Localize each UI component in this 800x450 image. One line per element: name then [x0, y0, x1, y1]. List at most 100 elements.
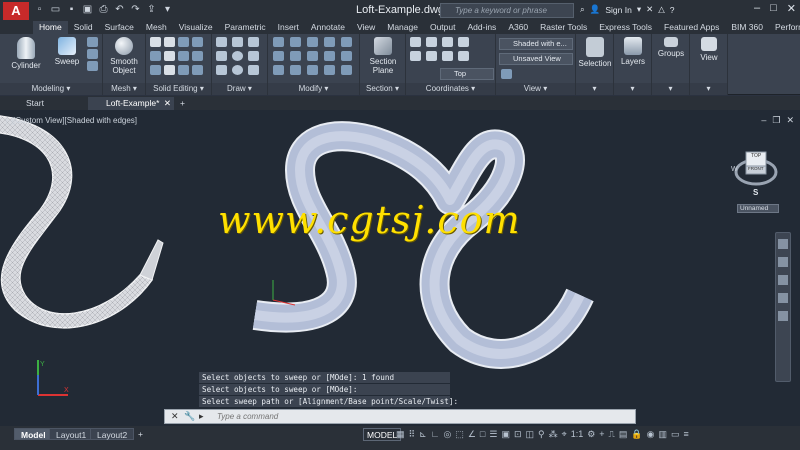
groups-button[interactable]: Groups — [652, 37, 690, 58]
view-button[interactable]: View — [690, 37, 728, 62]
command-input[interactable] — [217, 411, 627, 422]
line-icon[interactable] — [216, 51, 227, 61]
plot-icon[interactable]: ⎙ — [97, 3, 110, 17]
section-plane-button[interactable]: Section Plane — [362, 37, 404, 75]
annotation-scale-value[interactable]: 1:1 — [571, 429, 584, 440]
grid-icon[interactable]: ▦ — [396, 429, 405, 440]
mirror-3d-icon[interactable] — [324, 37, 335, 47]
add-layout-button[interactable]: + — [132, 428, 149, 440]
view-panel-label[interactable]: View ▾ — [496, 83, 575, 95]
layout1-tab[interactable]: Layout1 — [49, 428, 94, 440]
saved-view-select[interactable]: Unsaved View — [499, 53, 573, 65]
showmotion-icon[interactable] — [778, 311, 788, 321]
selection-cycling-icon[interactable]: ⊡ — [514, 429, 522, 440]
separate-icon[interactable] — [178, 51, 189, 61]
ribbon-tab-output[interactable]: Output — [424, 21, 462, 34]
interfere-icon[interactable] — [150, 51, 161, 61]
lock-ui-icon[interactable]: 🔒 — [631, 429, 642, 440]
extrude-icon[interactable] — [87, 37, 98, 47]
close-icon[interactable]: ✕ — [787, 2, 796, 15]
smooth-object-button[interactable]: Smooth Object — [104, 37, 144, 75]
modify-panel-label[interactable]: Modify ▾ — [268, 83, 359, 95]
ribbon-tab-insert[interactable]: Insert — [272, 21, 305, 34]
3d-osnap-icon[interactable]: ◫ — [526, 429, 535, 440]
ortho-icon[interactable]: ∟ — [431, 429, 440, 440]
clean-screen-icon[interactable]: ▭ — [671, 429, 680, 440]
open-file-icon[interactable]: ▭ — [49, 3, 62, 17]
viewport-config-icon[interactable] — [501, 69, 512, 79]
orbit-icon[interactable] — [778, 293, 788, 303]
modeling-panel-label[interactable]: Modeling ▾ — [0, 83, 102, 95]
graphics-performance-icon[interactable]: ▥ — [658, 429, 667, 440]
undo-icon[interactable]: ↶ — [113, 3, 126, 17]
view-direction-select[interactable]: Top — [440, 68, 494, 80]
ucs-z-icon[interactable] — [410, 51, 421, 61]
ribbon-tab-add-ins[interactable]: Add-ins — [461, 21, 502, 34]
sign-in-dropdown-icon[interactable]: ▾ — [637, 4, 641, 15]
snap-icon[interactable]: ⠿ — [409, 429, 416, 440]
circle-icon[interactable] — [232, 51, 243, 61]
command-close-icon[interactable]: ✕ — [171, 411, 179, 422]
ucs-object-icon[interactable] — [458, 51, 469, 61]
quick-properties-icon[interactable]: ▤ — [619, 429, 628, 440]
new-tab-button[interactable]: + — [176, 97, 192, 110]
fillet-icon[interactable] — [307, 51, 318, 61]
spline-icon[interactable] — [248, 37, 259, 47]
help-icon[interactable]: ? — [670, 5, 675, 15]
ribbon-tab-solid[interactable]: Solid — [68, 21, 99, 34]
layers-panel-expand[interactable]: ▾ — [614, 83, 651, 95]
osnap-tracking-icon[interactable]: ∠ — [468, 429, 476, 440]
presspull-icon[interactable] — [87, 49, 98, 59]
isodraft-icon[interactable]: ⬚ — [455, 429, 464, 440]
ucs-world-icon[interactable] — [426, 37, 437, 47]
annotation-visibility-icon[interactable]: ⁂ — [549, 429, 558, 440]
slice-icon[interactable] — [192, 37, 203, 47]
section-panel-label[interactable]: Section ▾ — [360, 83, 405, 95]
break-icon[interactable] — [341, 65, 352, 75]
explode-icon[interactable] — [290, 65, 301, 75]
polyline-icon[interactable] — [216, 37, 227, 47]
helix-icon[interactable] — [248, 65, 259, 75]
steering-wheel-icon[interactable] — [778, 239, 788, 249]
new-file-icon[interactable]: ▫ — [33, 3, 46, 17]
command-customize-icon[interactable]: 🔧 — [184, 411, 195, 422]
ucs-x-icon[interactable] — [442, 37, 453, 47]
cylinder-button[interactable]: Cylinder — [8, 37, 44, 70]
shaded-sweep-solid[interactable] — [252, 121, 594, 369]
ribbon-tab-featured-apps[interactable]: Featured Apps — [658, 21, 725, 34]
qat-dropdown-icon[interactable]: ▾ — [161, 3, 174, 17]
save-icon[interactable]: ▪ — [65, 3, 78, 17]
union-icon[interactable] — [150, 37, 161, 47]
copy-icon[interactable] — [273, 51, 284, 61]
ucs-y-icon[interactable] — [458, 37, 469, 47]
align-icon[interactable] — [307, 37, 318, 47]
offset-icon[interactable] — [307, 65, 318, 75]
layout2-tab[interactable]: Layout2 — [90, 428, 135, 440]
move-icon[interactable] — [273, 37, 284, 47]
save-as-icon[interactable]: ▣ — [81, 3, 94, 17]
dynamic-ucs-icon[interactable]: ⚲ — [538, 429, 545, 440]
infer-icon[interactable]: ⊾ — [419, 429, 427, 440]
tab-close-icon[interactable]: ✕ — [164, 97, 171, 109]
polar-icon[interactable]: ◎ — [443, 429, 451, 440]
redo-icon[interactable]: ↷ — [129, 3, 142, 17]
stretch-icon[interactable] — [341, 51, 352, 61]
exchange-apps-icon[interactable]: ✕ — [646, 4, 653, 15]
taper-faces-icon[interactable] — [178, 65, 189, 75]
ribbon-tab-raster-tools[interactable]: Raster Tools — [534, 21, 593, 34]
join-icon[interactable] — [324, 65, 335, 75]
ribbon-tab-manage[interactable]: Manage — [381, 21, 424, 34]
subtract-icon[interactable] — [164, 37, 175, 47]
rotate-3d-icon[interactable] — [290, 37, 301, 47]
workspace-gear-icon[interactable]: ⚙ — [587, 429, 595, 440]
arc-icon[interactable] — [232, 37, 243, 47]
zoom-extents-icon[interactable] — [778, 275, 788, 285]
ucs-name-select[interactable]: Unnamed — [737, 204, 779, 213]
share-icon[interactable]: ⇪ — [145, 3, 158, 17]
trim-icon[interactable] — [290, 51, 301, 61]
ribbon-tab-express-tools[interactable]: Express Tools — [593, 21, 658, 34]
transparency-icon[interactable]: ▣ — [501, 429, 510, 440]
ribbon-tab-a360[interactable]: A360 — [502, 21, 534, 34]
ribbon-tab-home[interactable]: Home — [33, 21, 68, 34]
ribbon-tab-bim-360[interactable]: BIM 360 — [725, 21, 769, 34]
